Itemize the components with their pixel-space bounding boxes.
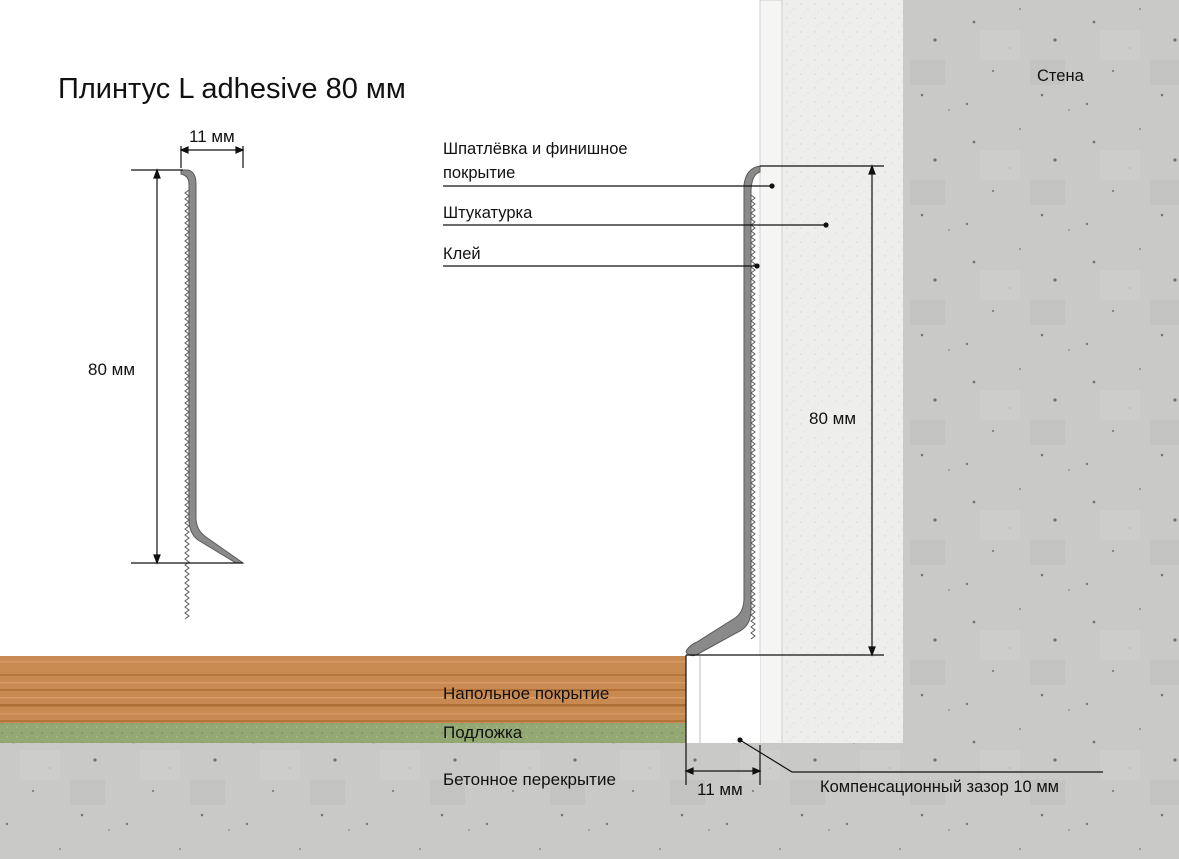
wall-label: Стена — [1037, 67, 1085, 85]
detail-height-label: 80 мм — [88, 360, 135, 379]
detail-width-dimension — [179, 146, 245, 168]
expansion-gap — [686, 656, 760, 743]
concrete-slab — [0, 743, 1179, 859]
underlay-label: Подложка — [443, 723, 523, 742]
detail-profile-teeth — [184, 189, 190, 620]
slab-label: Бетонное перекрытие — [443, 770, 616, 789]
wall-concrete — [903, 0, 1179, 745]
installed-height-label: 80 мм — [809, 409, 856, 428]
diagram-title: Плинтус L adhesive 80 мм — [58, 73, 406, 105]
callout-putty-line1: Шпатлёвка и финишное — [443, 140, 628, 158]
plaster-layer — [782, 0, 903, 745]
callout-plaster: Штукатурка — [443, 204, 533, 222]
callout-glue-dot — [754, 263, 760, 269]
callout-plaster-dot — [823, 222, 829, 228]
gap-label: Компенсационный зазор 10 мм — [820, 778, 1059, 796]
floor-covering-label: Напольное покрытие — [443, 684, 609, 703]
underlay-layer — [0, 723, 686, 743]
diagram-canvas: 11 мм 80 мм Плинтус L adhesive 80 мм Сте… — [0, 0, 1179, 859]
installed-width-label: 11 мм — [697, 780, 743, 799]
installed-profile — [685, 165, 761, 657]
callout-putty-line2: покрытие — [443, 164, 515, 182]
baseboard-diagram: 11 мм 80 мм Плинтус L adhesive 80 мм Сте… — [0, 0, 1179, 859]
installed-profile-teeth — [750, 194, 756, 640]
callout-putty-dot — [769, 183, 775, 189]
putty-layer — [759, 0, 783, 746]
callout-glue: Клей — [443, 245, 481, 263]
detail-profile — [180, 169, 245, 564]
detail-width-label: 11 мм — [189, 127, 235, 146]
